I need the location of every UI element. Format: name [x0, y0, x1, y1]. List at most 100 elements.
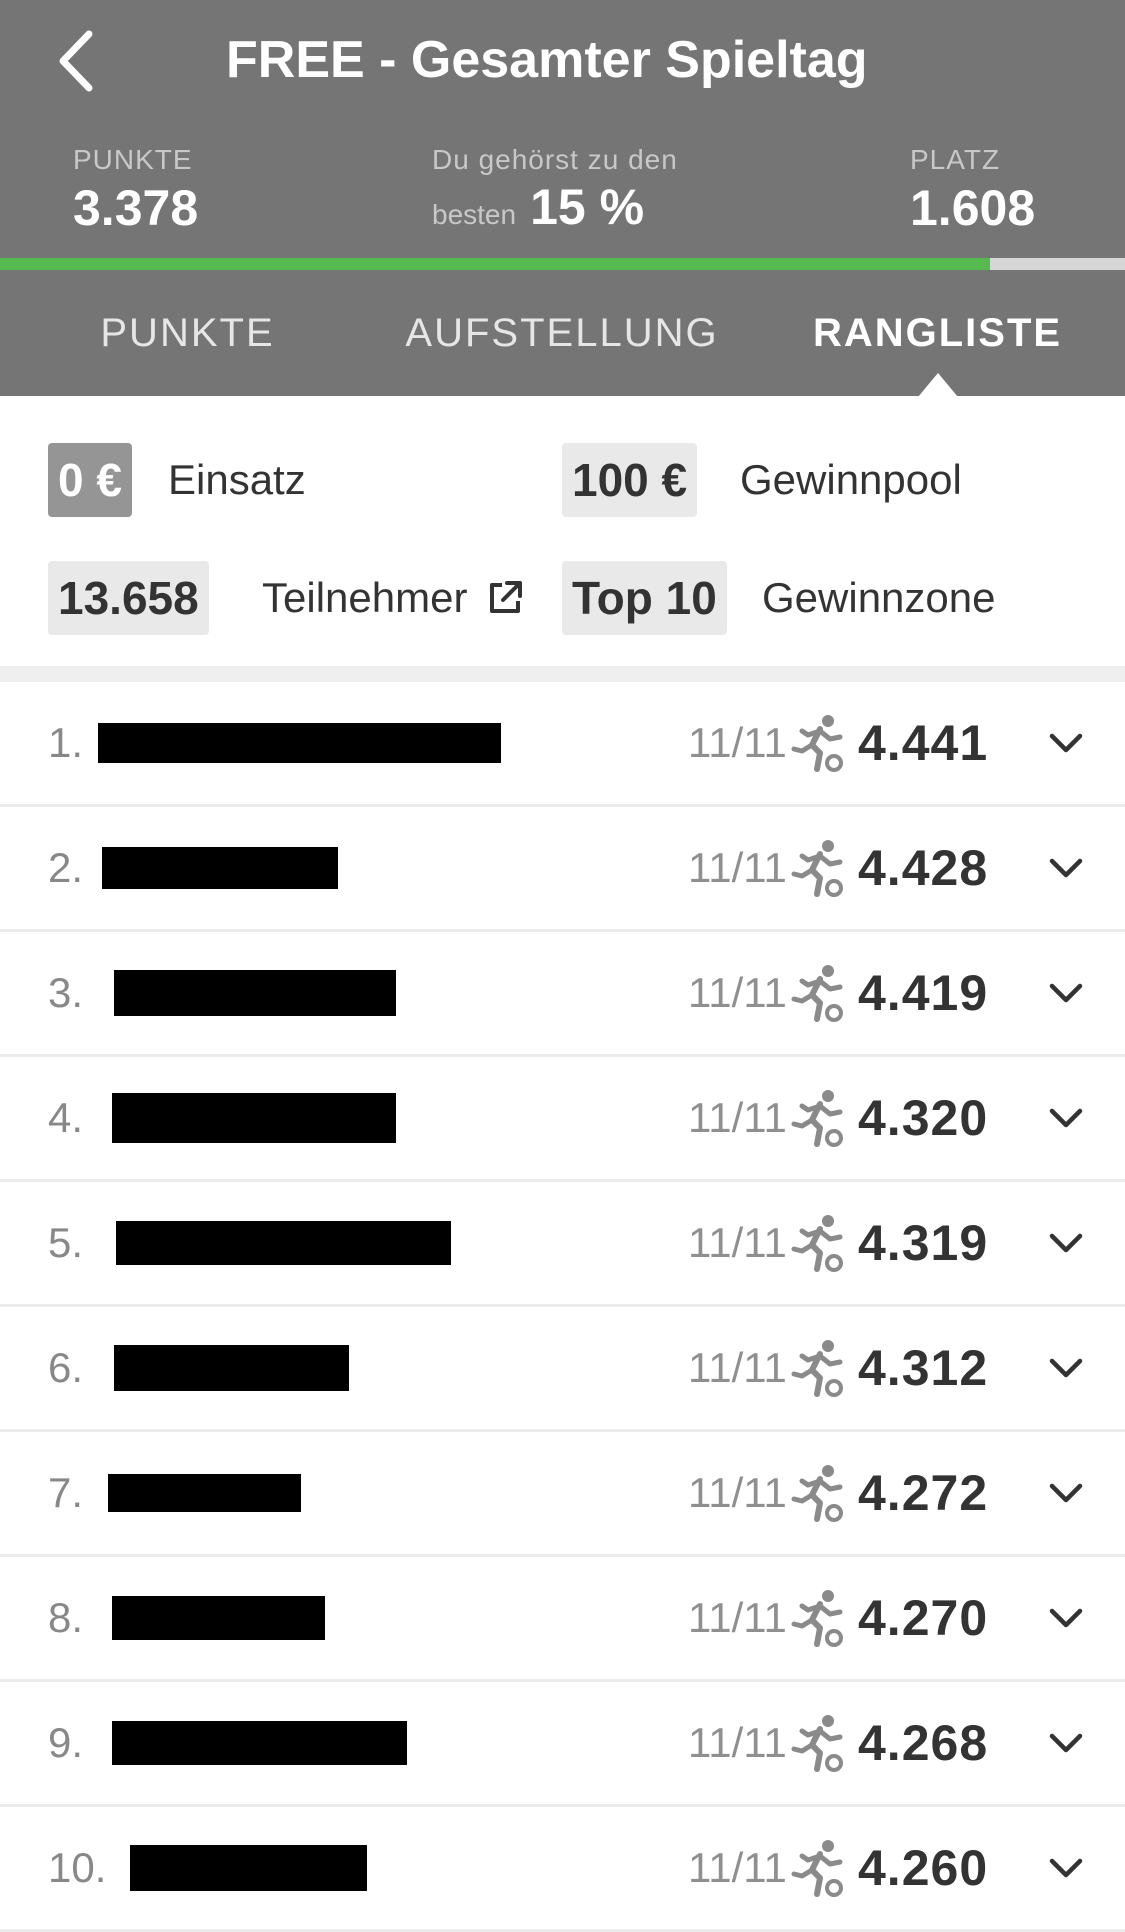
- player-count: 11/11: [688, 1094, 787, 1141]
- stake-chip: 0 €: [48, 443, 132, 517]
- section-divider: [0, 666, 1125, 682]
- rank-number: 8.: [48, 1594, 84, 1641]
- tab-bar: PUNKTE AUFSTELLUNG RANGLISTE: [0, 270, 1125, 397]
- progress-bar: [0, 258, 1125, 270]
- player-count: 11/11: [688, 969, 787, 1016]
- contest-info: 0 € Einsatz 100 € Gewinnpool 13.658 Teil…: [0, 396, 1125, 666]
- chevron-left-icon: [59, 30, 93, 92]
- running-player-icon: [790, 1588, 850, 1648]
- ranking-row[interactable]: 1. 11/11 4.441: [0, 682, 1125, 807]
- top-bar: FREE - Gesamter Spieltag: [0, 0, 1125, 125]
- participants-label: Teilnehmer: [262, 574, 468, 621]
- rank-value: 1.608: [910, 180, 1036, 236]
- points-label: PUNKTE: [73, 144, 193, 175]
- ranking-row[interactable]: 8. 11/11 4.270: [0, 1557, 1125, 1682]
- active-tab-indicator: [917, 373, 958, 397]
- ranking-row[interactable]: 2. 11/11 4.428: [0, 807, 1125, 932]
- redacted-username: [108, 1474, 301, 1512]
- player-count: 11/11: [688, 844, 787, 891]
- redacted-username: [98, 723, 501, 763]
- chevron-down-icon[interactable]: [1048, 978, 1084, 1008]
- chevron-down-icon[interactable]: [1048, 1603, 1084, 1633]
- percentile-label: Du gehörst zu den: [432, 144, 678, 175]
- rank-number: 3.: [48, 969, 84, 1016]
- progress-fill: [0, 258, 990, 270]
- rank-number: 2.: [48, 844, 84, 891]
- chevron-down-icon[interactable]: [1048, 728, 1084, 758]
- player-count: 11/11: [688, 719, 787, 766]
- ranking-row[interactable]: 5. 11/11 4.319: [0, 1182, 1125, 1307]
- participants-link[interactable]: Teilnehmer: [262, 561, 525, 635]
- ranking-row[interactable]: 3. 11/11 4.419: [0, 932, 1125, 1057]
- redacted-username: [112, 1596, 325, 1640]
- ranking-row[interactable]: 9. 11/11 4.268: [0, 1682, 1125, 1807]
- rank-number: 5.: [48, 1219, 84, 1266]
- chevron-down-icon[interactable]: [1048, 1353, 1084, 1383]
- ranking-row[interactable]: 4. 11/11 4.320: [0, 1057, 1125, 1182]
- running-player-icon: [790, 1838, 850, 1898]
- redacted-username: [116, 1221, 451, 1265]
- running-player-icon: [790, 1338, 850, 1398]
- chevron-down-icon[interactable]: [1048, 853, 1084, 883]
- win-zone-label: Gewinnzone: [762, 574, 996, 621]
- chevron-down-icon[interactable]: [1048, 1228, 1084, 1258]
- player-count: 11/11: [688, 1594, 787, 1641]
- running-player-icon: [790, 1463, 850, 1523]
- header: FREE - Gesamter Spieltag PUNKTE 3.378 Du…: [0, 0, 1125, 397]
- player-count: 11/11: [688, 1219, 787, 1266]
- score-value: 4.320: [858, 1090, 989, 1146]
- redacted-username: [114, 1345, 349, 1391]
- chevron-down-icon[interactable]: [1048, 1728, 1084, 1758]
- running-player-icon: [790, 713, 850, 773]
- player-count: 11/11: [688, 1469, 787, 1516]
- score-value: 4.419: [858, 965, 989, 1021]
- redacted-username: [112, 1721, 407, 1765]
- participants-chip: 13.658: [48, 561, 209, 635]
- external-link-icon: [490, 580, 523, 613]
- percentile-value: 15 %: [530, 179, 645, 235]
- score-value: 4.428: [858, 840, 989, 896]
- running-player-icon: [790, 963, 850, 1023]
- running-player-icon: [790, 1088, 850, 1148]
- rank-label: PLATZ: [910, 144, 1001, 175]
- tab-aufstellung[interactable]: AUFSTELLUNG: [392, 270, 732, 396]
- ranking-row[interactable]: 10. 11/11 4.260: [0, 1807, 1125, 1932]
- points-stat: PUNKTE 3.378: [73, 142, 198, 238]
- ranking-row[interactable]: 6. 11/11 4.312: [0, 1307, 1125, 1432]
- player-count: 11/11: [688, 1344, 787, 1391]
- chevron-down-icon[interactable]: [1048, 1103, 1084, 1133]
- tab-rangliste[interactable]: RANGLISTE: [800, 270, 1075, 397]
- rank-number: 6.: [48, 1344, 84, 1391]
- tab-punkte[interactable]: PUNKTE: [60, 270, 315, 396]
- redacted-username: [102, 847, 338, 889]
- score-value: 4.312: [858, 1340, 989, 1396]
- percentile-label-besten: besten: [432, 199, 517, 230]
- score-value: 4.319: [858, 1215, 989, 1271]
- percentile-stat: Du gehörst zu den besten 15 %: [432, 142, 678, 236]
- player-count: 11/11: [688, 1719, 787, 1766]
- rank-number: 9.: [48, 1719, 84, 1766]
- rank-number: 4.: [48, 1094, 84, 1141]
- chevron-down-icon[interactable]: [1048, 1853, 1084, 1883]
- ranking-row[interactable]: 7. 11/11 4.272: [0, 1432, 1125, 1557]
- ranking-list: 1. 11/11 4.441 2. 11/11 4.428 3. 11/11 4.419 4. 11…: [0, 682, 1125, 1932]
- win-zone-chip: Top 10: [562, 561, 727, 635]
- prize-pool-label: Gewinnpool: [740, 456, 962, 503]
- points-value: 3.378: [73, 180, 199, 236]
- tab-rangliste-label: RANGLISTE: [812, 310, 1063, 355]
- score-value: 4.272: [858, 1465, 989, 1521]
- prize-pool-chip: 100 €: [562, 443, 698, 517]
- score-value: 4.268: [858, 1715, 989, 1771]
- redacted-username: [130, 1845, 367, 1891]
- stake-label: Einsatz: [168, 456, 306, 503]
- redacted-username: [114, 970, 396, 1016]
- running-player-icon: [790, 1213, 850, 1273]
- running-player-icon: [790, 1713, 850, 1773]
- redacted-username: [112, 1093, 396, 1143]
- back-button[interactable]: [40, 26, 110, 96]
- chevron-down-icon[interactable]: [1048, 1478, 1084, 1508]
- rank-stat: PLATZ 1.608: [910, 142, 1035, 238]
- rank-number: 1.: [48, 719, 84, 766]
- score-value: 4.441: [858, 715, 989, 771]
- page-title: FREE - Gesamter Spieltag: [226, 31, 868, 89]
